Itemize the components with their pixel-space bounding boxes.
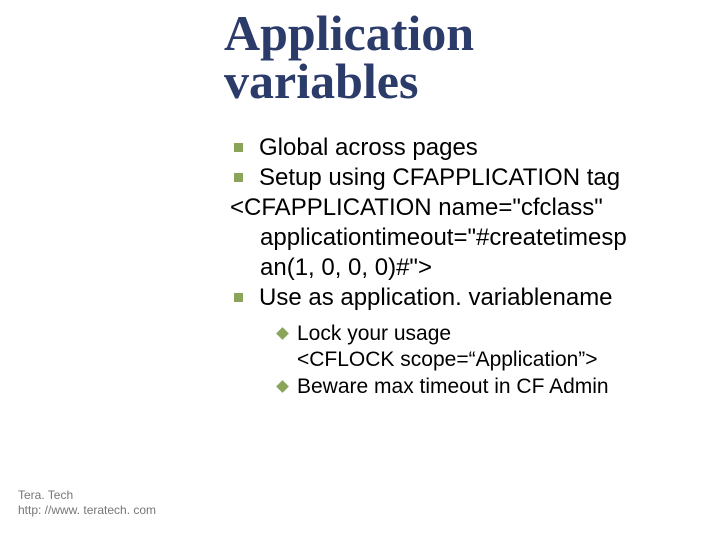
footer-company: Tera. Tech [18, 488, 156, 503]
square-bullet-icon [234, 173, 243, 182]
slide-body: Global across pages Setup using CFAPPLIC… [230, 133, 680, 400]
bullet-text: Setup using CFAPPLICATION tag [259, 163, 680, 193]
bullet-item: Setup using CFAPPLICATION tag [230, 163, 680, 193]
slide: Application variables Global across page… [0, 0, 720, 540]
sub-text-line: <CFLOCK scope=“Application”> [297, 348, 598, 371]
bullet-text: Global across pages [259, 133, 680, 163]
sub-bullet-text: Beware max timeout in CF Admin [297, 374, 609, 400]
code-line: applicationtimeout="#createtimesp [230, 223, 680, 253]
bullet-item: Global across pages [230, 133, 680, 163]
bullet-item: Use as application. variablename [230, 283, 680, 313]
sub-bullet-item: Beware max timeout in CF Admin [278, 374, 680, 400]
code-line: an(1, 0, 0, 0)#"> [230, 253, 680, 283]
square-bullet-icon [234, 293, 243, 302]
code-line: <CFAPPLICATION name="cfclass" [230, 193, 680, 223]
footer: Tera. Tech http: //www. teratech. com [18, 488, 156, 518]
footer-url: http: //www. teratech. com [18, 503, 156, 518]
sub-text-line: Lock your usage [297, 322, 451, 345]
sub-bullet-text: Lock your usage <CFLOCK scope=“Applicati… [297, 321, 598, 374]
diamond-bullet-icon [276, 380, 289, 393]
bullet-text: Use as application. variablename [259, 283, 680, 313]
diamond-bullet-icon [276, 327, 289, 340]
slide-title: Application variables [224, 10, 680, 105]
square-bullet-icon [234, 143, 243, 152]
sub-bullet-item: Lock your usage <CFLOCK scope=“Applicati… [278, 321, 680, 374]
sub-list: Lock your usage <CFLOCK scope=“Applicati… [278, 321, 680, 400]
